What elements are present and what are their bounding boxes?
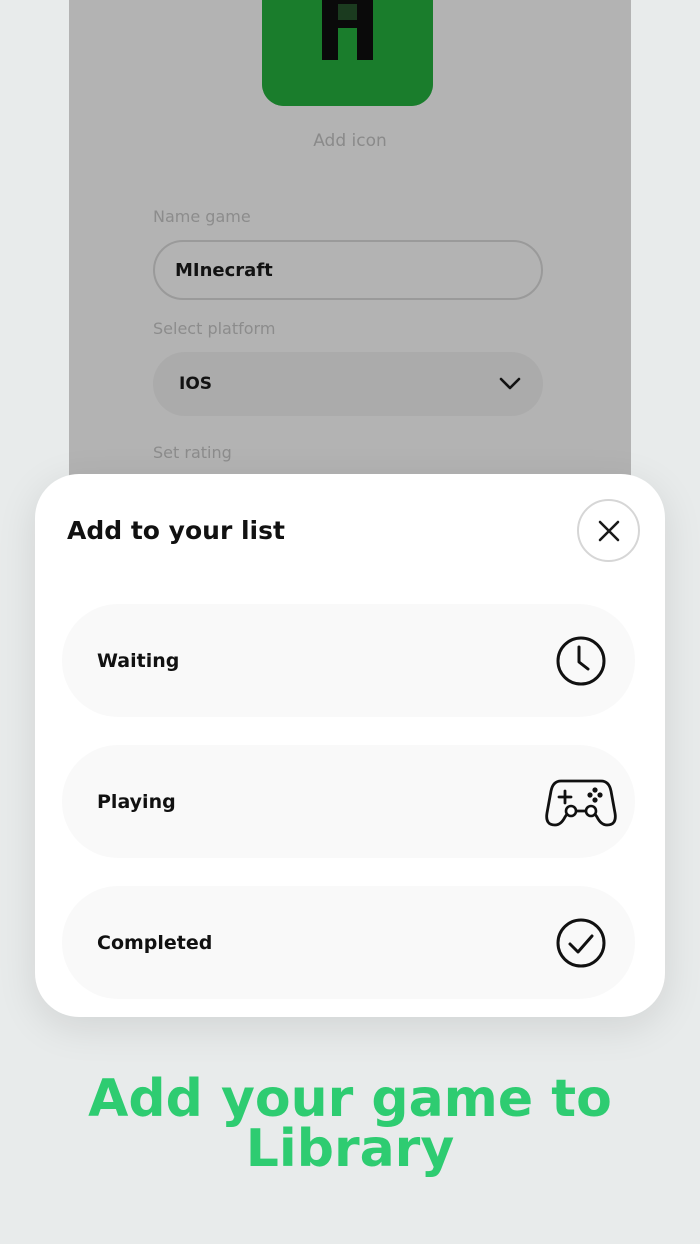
add-to-list-sheet: Add to your list Waiting Playing Complet… [35, 474, 665, 1017]
sheet-title: Add to your list [67, 516, 285, 545]
creeper-icon [262, 0, 433, 106]
name-game-label: Name game [153, 207, 251, 226]
option-playing[interactable]: Playing [62, 745, 635, 858]
set-rating-label: Set rating [153, 443, 232, 462]
gamepad-icon [545, 775, 617, 829]
option-label: Playing [97, 790, 176, 813]
game-icon-image[interactable] [262, 0, 433, 106]
promo-headline: Add your game to Library [0, 1069, 700, 1179]
add-icon-label[interactable]: Add icon [69, 131, 631, 151]
chevron-down-icon [499, 377, 521, 390]
option-label: Completed [97, 931, 213, 954]
clock-icon [555, 635, 607, 687]
background-screen: Add icon Name game Select platform IOS S… [69, 0, 631, 520]
platform-select[interactable]: IOS [153, 352, 543, 416]
promo-line-2: Library [245, 1119, 455, 1179]
option-completed[interactable]: Completed [62, 886, 635, 999]
platform-value: IOS [179, 374, 213, 394]
select-platform-label: Select platform [153, 319, 276, 338]
close-button[interactable] [577, 499, 640, 562]
promo-line-1: Add your game to [88, 1069, 612, 1129]
check-circle-icon [555, 917, 607, 969]
name-game-input[interactable] [153, 240, 543, 300]
option-label: Waiting [97, 649, 180, 672]
close-icon [598, 520, 619, 541]
option-waiting[interactable]: Waiting [62, 604, 635, 717]
